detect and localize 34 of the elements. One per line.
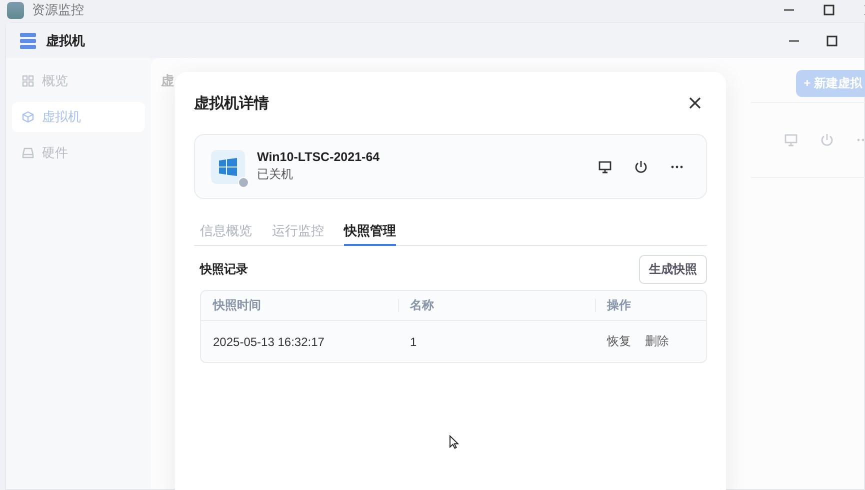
- tab[interactable]: 快照管理: [344, 222, 396, 246]
- maximize-icon[interactable]: [826, 34, 838, 46]
- dialog-title: 虚拟机详情: [194, 94, 269, 112]
- sidebar-item[interactable]: 概览: [12, 66, 145, 96]
- table-cell: 2025-05-13 16:32:17: [213, 334, 324, 348]
- sidebar-item[interactable]: 硬件: [12, 138, 145, 168]
- sidebar-item[interactable]: 虚拟机: [12, 102, 145, 132]
- server-icon: [20, 32, 36, 48]
- windows-logo-icon: [219, 158, 237, 176]
- power-icon[interactable]: [634, 160, 648, 174]
- action-link[interactable]: 恢复: [606, 333, 631, 350]
- tab[interactable]: 信息概览: [200, 222, 252, 246]
- vm-status: 已关机: [257, 166, 294, 183]
- drive-icon: [22, 147, 34, 159]
- column-header: 操作: [606, 298, 631, 312]
- window-title: 虚拟机: [46, 32, 85, 50]
- maximize-icon[interactable]: [823, 4, 835, 16]
- new-vm-button[interactable]: + 新建虚拟: [796, 70, 865, 97]
- tab[interactable]: 运行监控: [272, 222, 324, 246]
- monitor-icon[interactable]: [598, 160, 612, 174]
- column-header: 快照时间: [213, 298, 261, 312]
- vm-name: Win10-LTSC-2021-64: [257, 150, 380, 164]
- grid-icon: [22, 75, 34, 87]
- pointer-icon: [449, 435, 459, 449]
- table-cell: 1: [410, 334, 417, 348]
- page-heading: 虚: [161, 73, 174, 88]
- app-title: 资源监控: [32, 1, 84, 19]
- section-title: 快照记录: [200, 261, 248, 278]
- close-icon[interactable]: [688, 96, 702, 110]
- action-link[interactable]: 删除: [644, 333, 669, 350]
- cube-icon: [22, 111, 34, 123]
- column-header: 名称: [410, 298, 434, 312]
- create-snapshot-button[interactable]: 生成快照: [639, 255, 707, 284]
- app-logo-icon: [7, 2, 24, 18]
